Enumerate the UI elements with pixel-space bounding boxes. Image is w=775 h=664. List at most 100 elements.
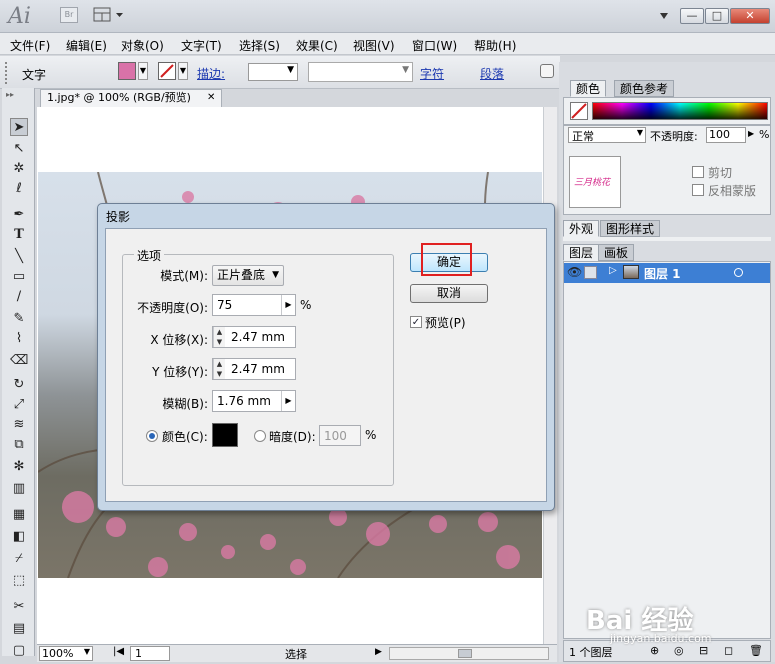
menu-object[interactable]: 对象(O)	[121, 37, 164, 54]
menu-effect[interactable]: 效果(C)	[296, 37, 338, 54]
menu-view[interactable]: 视图(V)	[353, 37, 395, 54]
pencil-tool-icon[interactable]: ✎	[10, 310, 28, 328]
stroke-color-swatch[interactable]	[158, 62, 176, 80]
rectangle-tool-icon[interactable]: ▭	[10, 268, 28, 286]
tab-color-guide[interactable]: 颜色参考	[614, 80, 675, 97]
line-tool-icon[interactable]: ╲	[10, 248, 28, 266]
tab-artboards[interactable]: 画板	[598, 244, 635, 261]
blur-field[interactable]: 1.76 mm ▶	[212, 390, 296, 412]
menu-select[interactable]: 选择(S)	[239, 37, 280, 54]
layer-row[interactable]: 👁 ▷ 图层 1	[564, 263, 770, 283]
delete-layer-icon[interactable]: 🗑	[749, 644, 763, 657]
blend-tool-icon[interactable]: ⬚	[10, 572, 28, 590]
menu-window[interactable]: 窗口(W)	[412, 37, 457, 54]
opacity-input[interactable]: 100	[706, 127, 746, 143]
paragraph-link[interactable]: 段落	[480, 65, 504, 82]
page-select[interactable]: 1	[130, 646, 170, 661]
maximize-button[interactable]: □	[705, 8, 729, 24]
first-page-icon[interactable]: |◀	[113, 646, 124, 657]
opacity-arrow-icon[interactable]: ▶	[748, 129, 754, 138]
menu-file[interactable]: 文件(F)	[10, 37, 50, 54]
tab-color[interactable]: 颜色	[570, 80, 607, 97]
y-offset-stepper[interactable]: ▲ ▼	[213, 359, 225, 379]
stroke-weight-select[interactable]: ▼	[248, 63, 298, 81]
mask-thumbnail[interactable]: 三月桃花	[569, 156, 621, 208]
color-spectrum[interactable]	[592, 102, 768, 120]
close-tab-icon[interactable]: ✕	[207, 90, 215, 106]
horizontal-scrollbar[interactable]	[389, 647, 549, 660]
eyedropper-tool-icon[interactable]: ⌿	[10, 550, 28, 568]
fill-color-swatch[interactable]	[118, 62, 136, 80]
color-radio[interactable]	[146, 430, 158, 442]
scroll-thumb[interactable]	[458, 649, 472, 658]
warp-tool-icon[interactable]: ≋	[10, 416, 28, 434]
invert-mask-checkbox[interactable]	[692, 184, 704, 196]
column-graph-tool-icon[interactable]: ▥	[10, 480, 28, 498]
none-color-swatch[interactable]	[570, 102, 588, 120]
direct-selection-tool-icon[interactable]: ↖	[10, 140, 28, 158]
hand-tool-icon[interactable]: ▤	[10, 620, 28, 638]
clip-checkbox[interactable]	[692, 166, 704, 178]
symbol-sprayer-tool-icon[interactable]: ✻	[10, 458, 28, 476]
mesh-tool-icon[interactable]: ▦	[10, 506, 28, 524]
eye-icon[interactable]: 👁	[567, 265, 582, 279]
free-transform-tool-icon[interactable]: ⧉	[10, 436, 28, 454]
document-setup-icon[interactable]	[540, 64, 554, 78]
locate-object-icon[interactable]: ⊕	[650, 644, 659, 657]
pen-tool-icon[interactable]: ✒	[10, 206, 28, 224]
blob-brush-tool-icon[interactable]: ⌇	[10, 330, 28, 348]
shadow-color-swatch[interactable]	[212, 423, 238, 447]
minimize-button[interactable]: —	[680, 8, 704, 24]
tab-layers[interactable]: 图层	[563, 244, 600, 261]
y-offset-field[interactable]: ▲ ▼ 2.47 mm	[212, 358, 296, 380]
opacity-field[interactable]: 75 ▶	[212, 294, 296, 316]
blend-mode-select[interactable]: 正常 ▼	[568, 127, 646, 143]
rotate-tool-icon[interactable]: ↻	[10, 376, 28, 394]
collapse-icon[interactable]: ▸▸	[6, 90, 14, 99]
blur-arrow-icon[interactable]: ▶	[281, 391, 295, 411]
zoom-select[interactable]: 100% ▼	[39, 646, 93, 661]
menu-type[interactable]: 文字(T)	[181, 37, 222, 54]
darkness-radio[interactable]	[254, 430, 266, 442]
document-tab[interactable]: 1.jpg* @ 100% (RGB/预览) ✕	[40, 89, 222, 107]
darkness-field[interactable]: 100	[319, 425, 361, 446]
lock-toggle[interactable]	[584, 266, 597, 279]
paintbrush-tool-icon[interactable]: ∕	[10, 288, 28, 306]
selection-tool-icon[interactable]: ➤	[10, 118, 28, 136]
cancel-button[interactable]: 取消	[410, 284, 488, 303]
menu-help[interactable]: 帮助(H)	[474, 37, 516, 54]
eraser-tool-icon[interactable]: ⌫	[10, 352, 28, 370]
zoom-tool-icon[interactable]: ▢	[10, 642, 28, 660]
menu-edit[interactable]: 编辑(E)	[66, 37, 107, 54]
type-tool-icon[interactable]: T	[10, 226, 28, 244]
expand-arrow-icon[interactable]: ▷	[609, 265, 617, 276]
magic-wand-tool-icon[interactable]: ✲	[10, 160, 28, 178]
lasso-tool-icon[interactable]: ℓ	[10, 180, 28, 198]
minimize-panel-icon[interactable]	[660, 10, 668, 24]
status-menu-icon[interactable]: ▶	[375, 647, 382, 657]
scale-tool-icon[interactable]: ⤢	[10, 396, 28, 414]
make-clipping-mask-icon[interactable]: ◎	[674, 644, 684, 657]
x-offset-stepper[interactable]: ▲ ▼	[213, 327, 225, 347]
target-icon[interactable]	[734, 268, 743, 277]
x-offset-field[interactable]: ▲ ▼ 2.47 mm	[212, 326, 296, 348]
slice-tool-icon[interactable]: ✂	[10, 598, 28, 616]
style-input[interactable]: ▼	[308, 62, 413, 82]
tab-graphic-styles[interactable]: 图形样式	[600, 220, 661, 237]
close-button[interactable]: ✕	[730, 8, 770, 24]
opacity-arrow-icon[interactable]: ▶	[281, 295, 295, 315]
grip-handle[interactable]	[5, 62, 9, 84]
bridge-button[interactable]: Br	[60, 7, 78, 23]
fill-dropdown[interactable]: ▼	[138, 62, 148, 80]
tab-appearance[interactable]: 外观	[563, 220, 600, 237]
stroke-link[interactable]: 描边:	[197, 65, 225, 82]
character-link[interactable]: 字符	[420, 65, 444, 82]
mode-select[interactable]: 正片叠底 ▼	[212, 265, 284, 286]
new-layer-icon[interactable]: ◻	[724, 644, 733, 657]
preview-checkbox[interactable]: ✓	[410, 316, 422, 328]
layer-name[interactable]: 图层 1	[644, 265, 681, 282]
workspace-switcher-button[interactable]	[93, 7, 127, 24]
stroke-dropdown[interactable]: ▼	[178, 62, 188, 80]
gradient-tool-icon[interactable]: ◧	[10, 528, 28, 546]
new-sublayer-icon[interactable]: ⊟	[699, 644, 708, 657]
